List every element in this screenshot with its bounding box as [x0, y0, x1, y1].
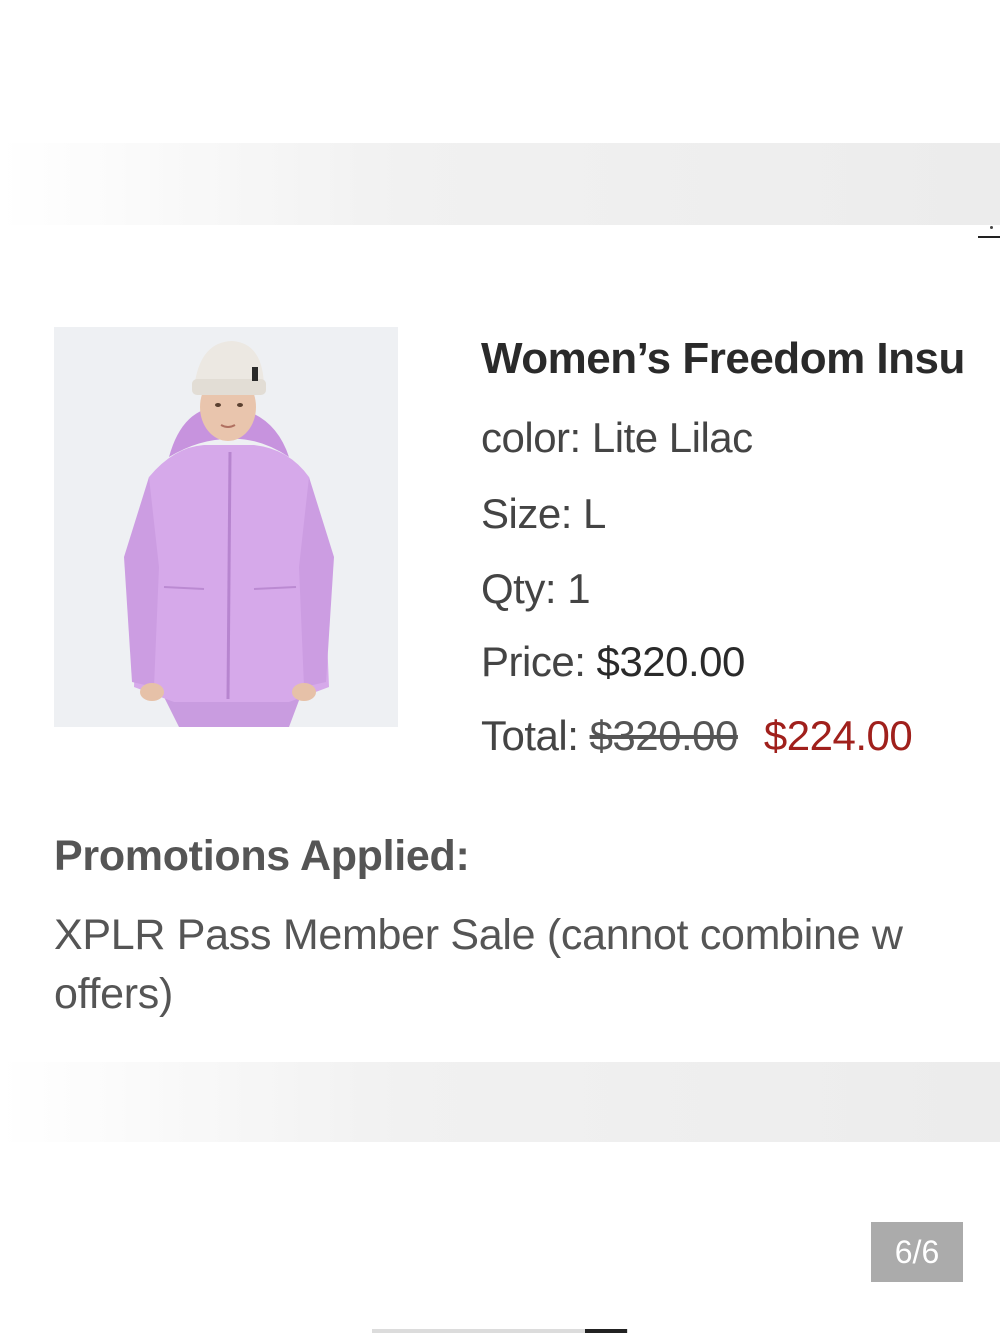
product-qty: Qty: 1	[481, 565, 591, 613]
product-total: Total: $320.00 $224.00	[481, 712, 913, 760]
color-value: Lite Lilac	[591, 414, 753, 461]
product-image[interactable]	[54, 327, 398, 727]
total-label: Total:	[481, 712, 590, 759]
size-label: Size:	[481, 490, 584, 537]
size-value: L	[583, 490, 606, 537]
product-size: Size: L	[481, 490, 606, 538]
promotion-line-2: offers)	[54, 970, 173, 1018]
promotions-heading: Promotions Applied:	[54, 832, 470, 880]
price-label: Price:	[481, 638, 597, 685]
product-price: Price: $320.00	[481, 638, 745, 686]
promotion-line-1: XPLR Pass Member Sale (cannot combine w	[54, 911, 903, 959]
price-value: $320.00	[596, 638, 746, 685]
home-indicator-thumb	[585, 1329, 627, 1333]
total-sale-price: $224.00	[763, 712, 913, 759]
image-page-counter: 6/6	[871, 1222, 963, 1282]
qty-value: 1	[567, 565, 591, 612]
edge-dot	[990, 226, 993, 229]
bottom-separator-band	[0, 1062, 1000, 1142]
product-color: color: Lite Lilac	[481, 414, 753, 462]
jacket-illustration	[54, 327, 398, 727]
promotion-description: XPLR Pass Member Sale (cannot combine w …	[54, 906, 1000, 1026]
color-label: color:	[481, 414, 592, 461]
edge-underline-mark	[978, 236, 1000, 244]
qty-label: Qty:	[481, 565, 568, 612]
product-title[interactable]: Women’s Freedom Insu	[481, 334, 1000, 384]
top-separator-band	[0, 143, 1000, 225]
total-original-price: $320.00	[589, 712, 739, 759]
